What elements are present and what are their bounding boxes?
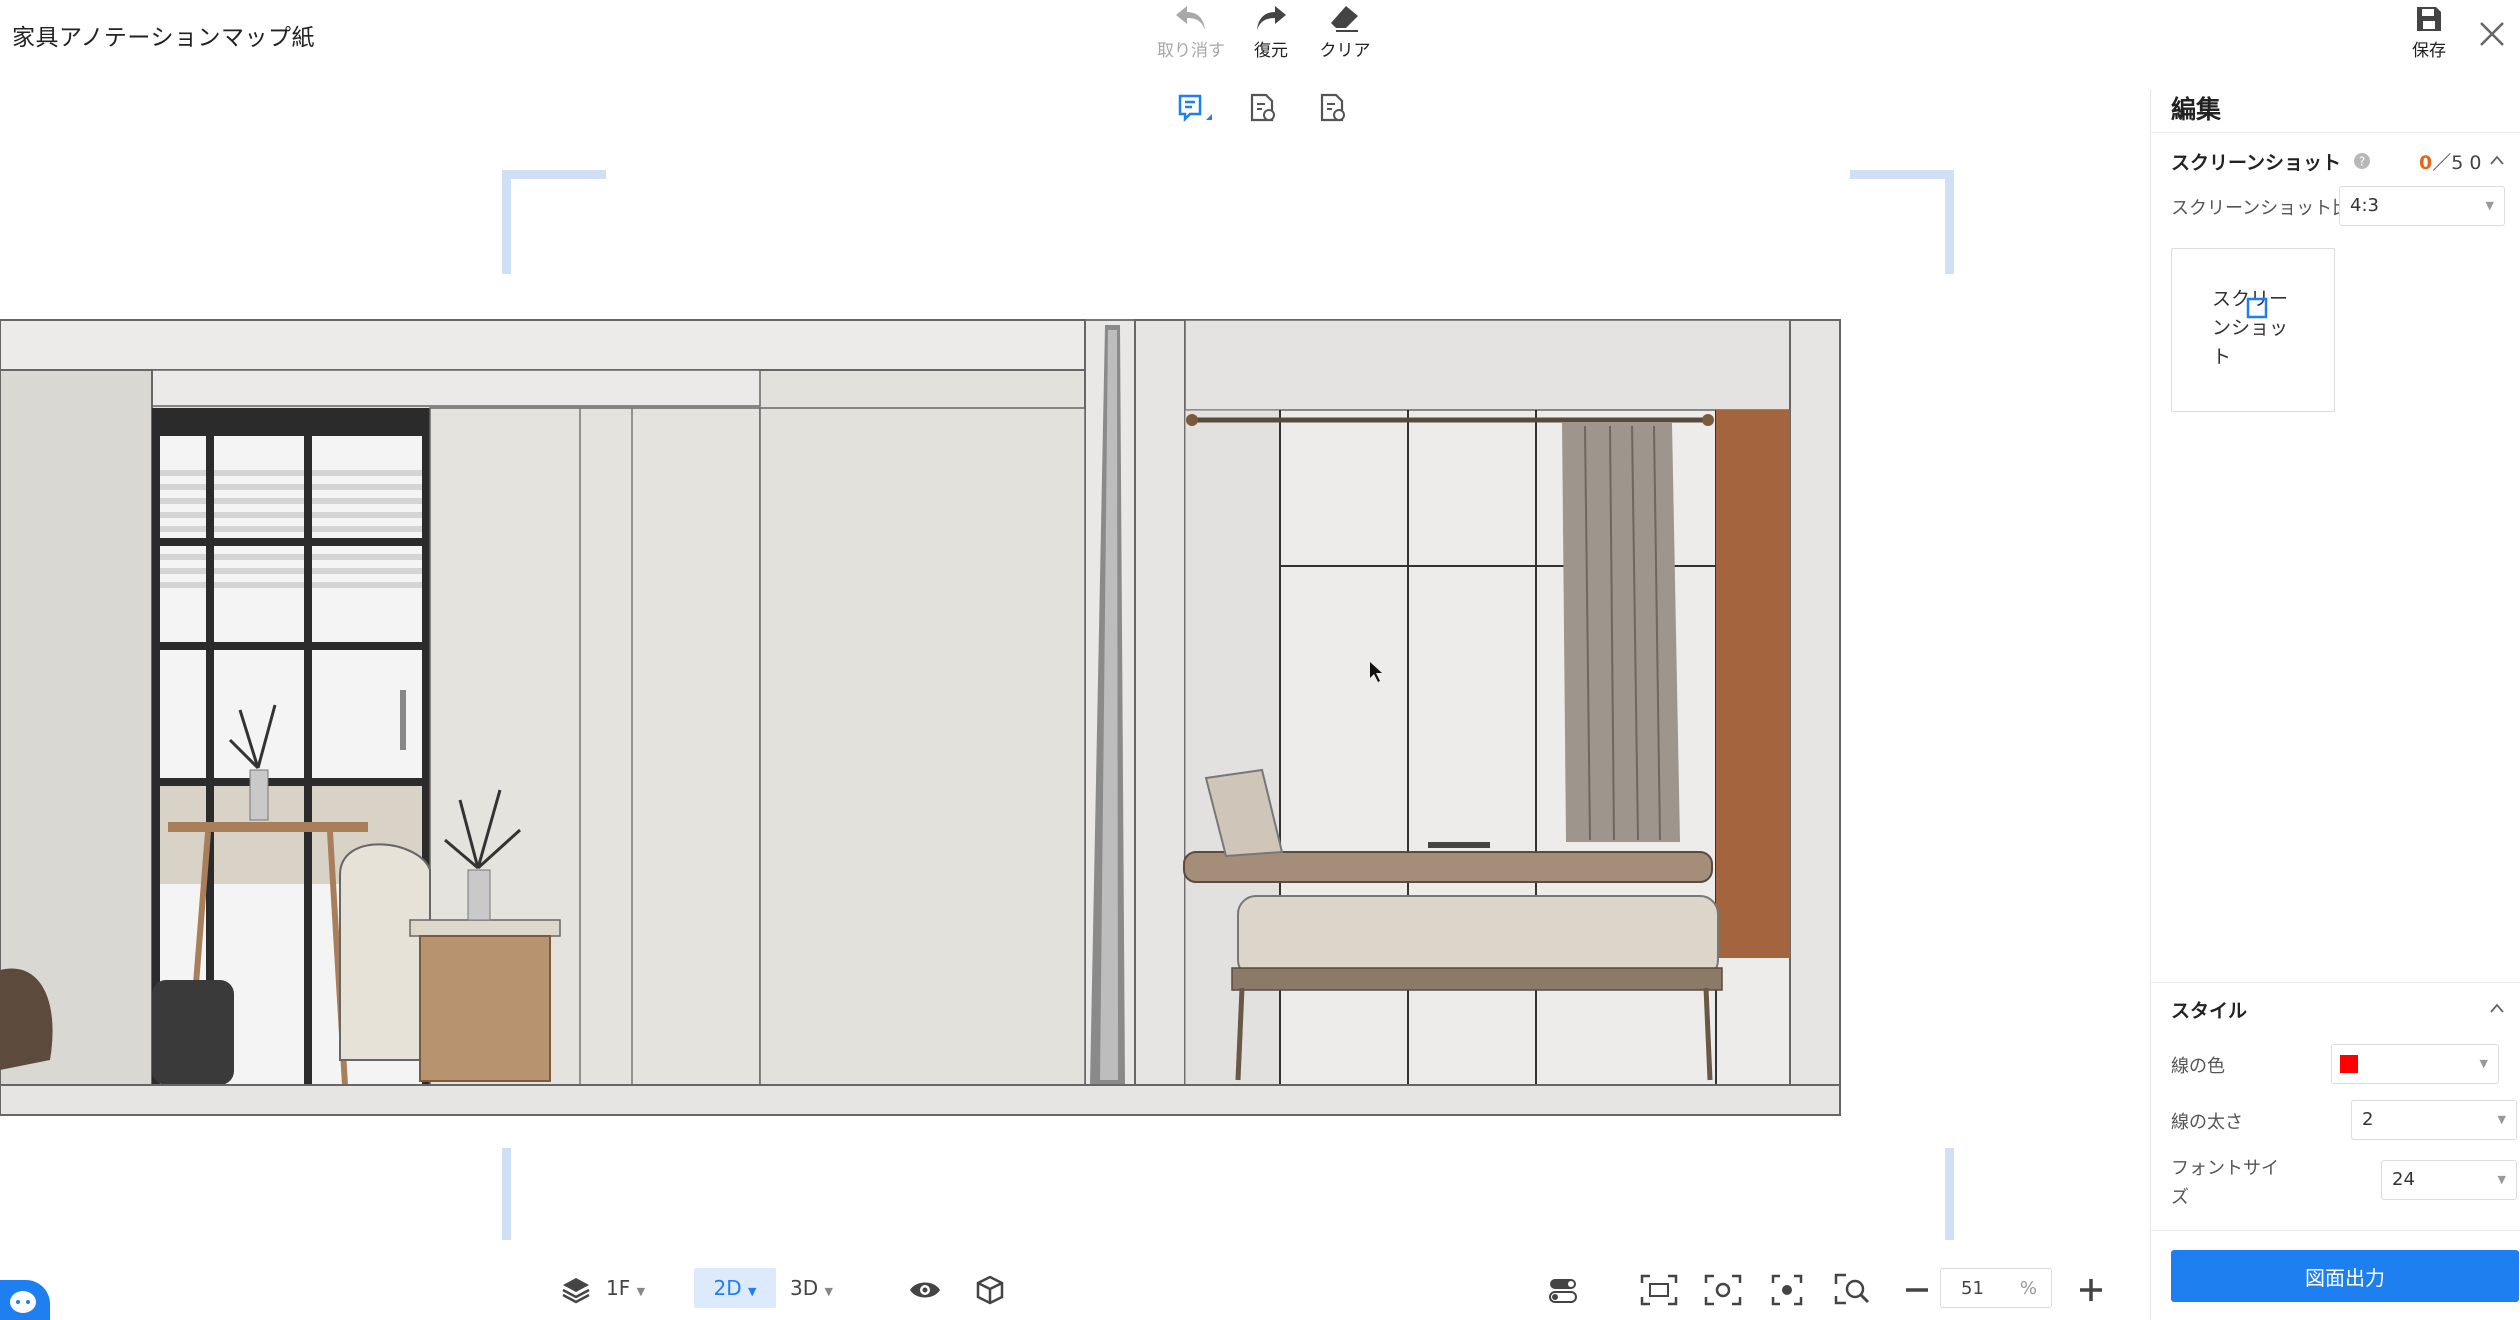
panel-divider xyxy=(2151,132,2520,133)
edit-panel: 編集 スクリーンショット ? 0／5 0 スクリーンショット比率 4:3 ▼ ス… xyxy=(2150,90,2520,1320)
screenshot-section-title: スクリーンショット xyxy=(2171,152,2342,174)
font-size-value: 24 xyxy=(2392,1169,2415,1190)
line-color-label: 線の色 xyxy=(2171,1056,2225,1077)
view-2d-tab[interactable]: 2D ▼ xyxy=(694,1268,776,1308)
screenshot-count-separator: ／ xyxy=(2432,152,2452,174)
zoom-area-button[interactable] xyxy=(1834,1268,1872,1308)
screenshot-count-current: 0 xyxy=(2419,152,2433,174)
save-label: 保存 xyxy=(2412,41,2446,61)
save-icon xyxy=(2417,7,2441,31)
view-settings-button[interactable] xyxy=(1704,1268,1742,1308)
toggle-settings-button[interactable] xyxy=(1546,1268,1580,1308)
fit-screen-icon xyxy=(1640,1274,1678,1305)
room-elevation-drawing[interactable] xyxy=(0,70,2148,1240)
clear-button[interactable]: クリア xyxy=(1300,4,1390,64)
clear-label: クリア xyxy=(1319,41,1371,61)
gear-frame-icon xyxy=(1704,1274,1742,1305)
chevron-up-icon[interactable] xyxy=(2489,154,2505,166)
chat-assistant-button[interactable] xyxy=(0,1280,50,1320)
plus-icon xyxy=(2080,1278,2102,1301)
floor-value: 1F xyxy=(606,1276,631,1300)
view-3d-tab[interactable]: 3D ▼ xyxy=(790,1268,833,1308)
save-button[interactable]: 保存 xyxy=(2384,4,2474,64)
close-icon xyxy=(2480,22,2504,46)
toggle-icon xyxy=(1549,1278,1577,1303)
cube-icon xyxy=(976,1275,1004,1304)
eye-icon xyxy=(910,1282,940,1297)
undo-button[interactable]: 取り消す xyxy=(1146,4,1236,64)
minus-icon xyxy=(1906,1287,1928,1292)
line-width-value: 2 xyxy=(2362,1109,2374,1130)
fit-view-button[interactable] xyxy=(1640,1268,1678,1308)
drawing-canvas[interactable] xyxy=(0,70,2148,1240)
zoom-unit: % xyxy=(2019,1278,2037,1299)
help-icon[interactable]: ? xyxy=(2353,152,2371,170)
crop-icon xyxy=(2246,297,2268,319)
close-button[interactable] xyxy=(2472,14,2512,54)
zoom-search-icon xyxy=(1834,1273,1870,1304)
app-title: 家具アノテーションマップ紙 xyxy=(12,25,315,51)
caret-down-icon: ▼ xyxy=(2479,1057,2488,1070)
caret-down-icon: ▼ xyxy=(2485,199,2494,212)
font-size-select[interactable]: 24 ▼ xyxy=(2381,1160,2517,1200)
caret-down-icon: ▼ xyxy=(2497,1113,2506,1126)
svg-text:?: ? xyxy=(2359,155,2365,169)
chevron-up-icon[interactable] xyxy=(2489,1002,2505,1014)
caret-down-icon: ▼ xyxy=(748,1285,757,1298)
font-size-label: フォントサイズ xyxy=(2171,1158,2279,1208)
screenshot-count: 0／5 0 xyxy=(2419,148,2481,175)
panel-divider xyxy=(2151,982,2520,983)
layers-icon xyxy=(562,1277,590,1303)
line-color-select[interactable]: ▼ xyxy=(2331,1044,2499,1084)
chat-icon xyxy=(10,1291,36,1313)
line-width-select[interactable]: 2 ▼ xyxy=(2351,1100,2517,1140)
screenshot-count-max: 5 0 xyxy=(2451,152,2482,174)
visibility-button[interactable] xyxy=(908,1268,942,1308)
redo-icon xyxy=(1257,6,1286,30)
material-button[interactable] xyxy=(972,1268,1006,1308)
panel-title: 編集 xyxy=(2171,95,2222,124)
floor-select[interactable]: 1F ▼ xyxy=(606,1268,645,1308)
screenshot-ratio-value: 4:3 xyxy=(2350,195,2379,216)
export-drawing-button[interactable]: 図面出力 xyxy=(2171,1250,2519,1302)
zoom-value: 51 xyxy=(1961,1278,1984,1299)
line-width-label: 線の太さ xyxy=(2171,1112,2243,1133)
style-section-title: スタイル xyxy=(2171,1000,2248,1022)
focus-button[interactable] xyxy=(1770,1268,1804,1308)
zoom-input[interactable]: 51 % xyxy=(1940,1268,2052,1308)
undo-icon xyxy=(1176,6,1205,30)
caret-down-icon: ▼ xyxy=(2497,1173,2506,1186)
view-2d-label: 2D xyxy=(713,1276,742,1300)
panel-divider xyxy=(2151,1230,2520,1231)
eraser-icon xyxy=(1331,6,1358,32)
caret-down-icon: ▼ xyxy=(824,1285,833,1298)
line-color-swatch xyxy=(2340,1055,2358,1073)
caret-down-icon: ▼ xyxy=(636,1285,646,1298)
undo-label: 取り消す xyxy=(1157,41,1225,61)
focus-icon xyxy=(1771,1274,1803,1305)
zoom-out-button[interactable] xyxy=(1902,1268,1932,1308)
view-3d-label: 3D xyxy=(790,1276,819,1300)
screenshot-card[interactable]: スクリーンショット xyxy=(2171,248,2335,412)
layers-button[interactable] xyxy=(560,1268,592,1308)
screenshot-ratio-select[interactable]: 4:3 ▼ xyxy=(2339,186,2505,226)
zoom-in-button[interactable] xyxy=(2076,1268,2106,1308)
